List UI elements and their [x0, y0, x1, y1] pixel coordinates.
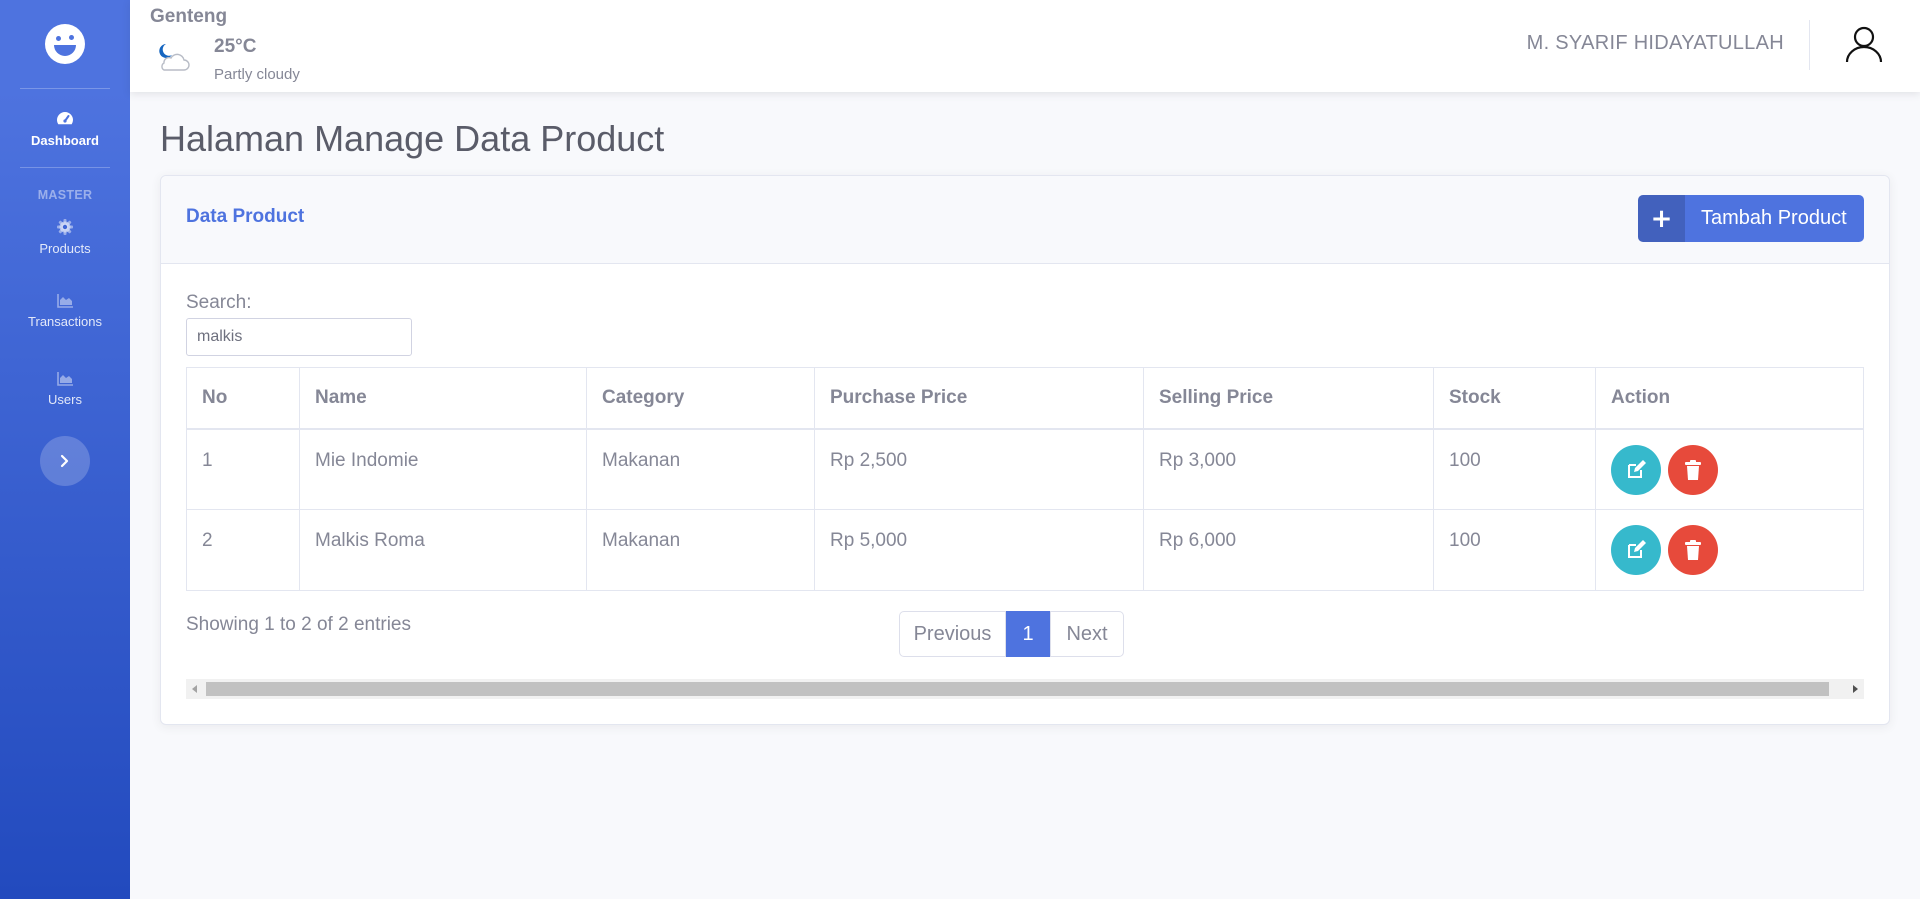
- cell-purchase-price: Rp 5,000: [814, 509, 1144, 591]
- add-product-button[interactable]: + Tambah Product: [1638, 195, 1864, 242]
- edit-button[interactable]: [1611, 525, 1661, 575]
- sidebar-heading: MASTER: [37, 188, 93, 202]
- sidebar-divider: [20, 167, 110, 168]
- cell-name: Malkis Roma: [299, 509, 587, 591]
- cell-stock: 100: [1433, 509, 1596, 591]
- sidebar: Dashboard MASTER Products Transactions U…: [0, 0, 130, 899]
- brand[interactable]: [0, 0, 130, 88]
- trash-icon: [1685, 459, 1702, 480]
- scroll-right-arrow-icon[interactable]: [1853, 685, 1858, 693]
- weather-city: Genteng: [150, 6, 228, 27]
- add-product-label: Tambah Product: [1701, 207, 1847, 229]
- column-header-action: Action: [1595, 367, 1864, 430]
- sidebar-item-users[interactable]: Users: [0, 348, 130, 426]
- column-header-category[interactable]: Category: [586, 367, 815, 430]
- data-product-card: Data Product + Tambah Product Search: No…: [160, 175, 1890, 725]
- cell-action: [1595, 509, 1864, 591]
- weather-temperature: 25°C: [214, 36, 257, 57]
- user-icon[interactable]: [1844, 24, 1884, 64]
- smile-wink-icon: [45, 24, 85, 64]
- product-table: No Name Category Purchase Price Selling …: [186, 367, 1864, 591]
- column-header-name[interactable]: Name: [299, 367, 587, 430]
- column-header-selling-price[interactable]: Selling Price: [1143, 367, 1434, 430]
- scroll-left-arrow-icon[interactable]: [192, 685, 197, 693]
- edit-icon: [1628, 459, 1646, 478]
- sidebar-item-products[interactable]: Products: [0, 202, 130, 270]
- card-header: Data Product + Tambah Product: [161, 176, 1889, 264]
- sidebar-item-label: Transactions: [28, 313, 102, 329]
- search-input[interactable]: [186, 318, 412, 356]
- sidebar-item-label: Dashboard: [31, 132, 99, 148]
- cell-name: Mie Indomie: [299, 428, 587, 510]
- cell-category: Makanan: [586, 509, 815, 591]
- topbar-divider: [1809, 20, 1810, 70]
- column-header-stock[interactable]: Stock: [1433, 367, 1596, 430]
- horizontal-scrollbar[interactable]: [186, 679, 1864, 699]
- tachometer-icon: [57, 111, 73, 124]
- chart-area-icon: [57, 371, 73, 386]
- chevron-right-icon: [60, 454, 69, 468]
- scrollbar-thumb[interactable]: [206, 682, 1829, 696]
- cell-category: Makanan: [586, 428, 815, 510]
- cog-icon: [57, 218, 73, 235]
- page-title: Halaman Manage Data Product: [160, 118, 665, 159]
- column-header-no[interactable]: No: [186, 367, 300, 430]
- search-label: Search:: [186, 292, 252, 313]
- table-header-row: No Name Category Purchase Price Selling …: [186, 367, 1864, 430]
- cell-no: 2: [186, 509, 300, 591]
- card-title: Data Product: [186, 206, 305, 227]
- table-row: 2 Malkis Roma Makanan Rp 5,000 Rp 6,000 …: [186, 509, 1864, 591]
- moon-cloud-icon: [159, 44, 190, 71]
- pagination: Previous 1 Next: [899, 611, 1124, 657]
- table-info: Showing 1 to 2 of 2 entries: [186, 614, 411, 635]
- sidebar-toggle-button[interactable]: [40, 436, 90, 486]
- trash-icon: [1685, 540, 1702, 560]
- topbar: Genteng 25°C Partly cloudy M. SYARIF HID…: [130, 0, 1920, 92]
- edit-icon: [1628, 540, 1646, 558]
- sidebar-item-dashboard[interactable]: Dashboard: [0, 89, 130, 167]
- cell-stock: 100: [1433, 428, 1596, 510]
- sidebar-item-label: Users: [48, 391, 82, 407]
- cell-purchase-price: Rp 2,500: [814, 428, 1144, 510]
- delete-button[interactable]: [1668, 525, 1719, 575]
- chart-area-icon: [57, 293, 73, 308]
- pagination-page-1[interactable]: 1: [1006, 611, 1050, 657]
- cell-selling-price: Rp 6,000: [1143, 509, 1434, 591]
- pagination-previous[interactable]: Previous: [899, 611, 1006, 657]
- cell-selling-price: Rp 3,000: [1143, 428, 1434, 510]
- edit-button[interactable]: [1611, 444, 1661, 495]
- plus-icon: +: [1638, 195, 1685, 242]
- sidebar-item-transactions[interactable]: Transactions: [0, 270, 130, 348]
- table-row: 1 Mie Indomie Makanan Rp 2,500 Rp 3,000 …: [186, 428, 1864, 510]
- weather-widget: Genteng 25°C Partly cloudy: [150, 6, 300, 83]
- pagination-next[interactable]: Next: [1050, 611, 1124, 657]
- sidebar-item-label: Products: [39, 240, 91, 256]
- user-name[interactable]: M. SYARIF HIDAYATULLAH: [1527, 32, 1784, 55]
- cell-action: [1595, 428, 1864, 510]
- cell-no: 1: [186, 428, 300, 510]
- delete-button[interactable]: [1668, 444, 1719, 495]
- column-header-purchase-price[interactable]: Purchase Price: [814, 367, 1144, 430]
- weather-condition: Partly cloudy: [214, 66, 300, 83]
